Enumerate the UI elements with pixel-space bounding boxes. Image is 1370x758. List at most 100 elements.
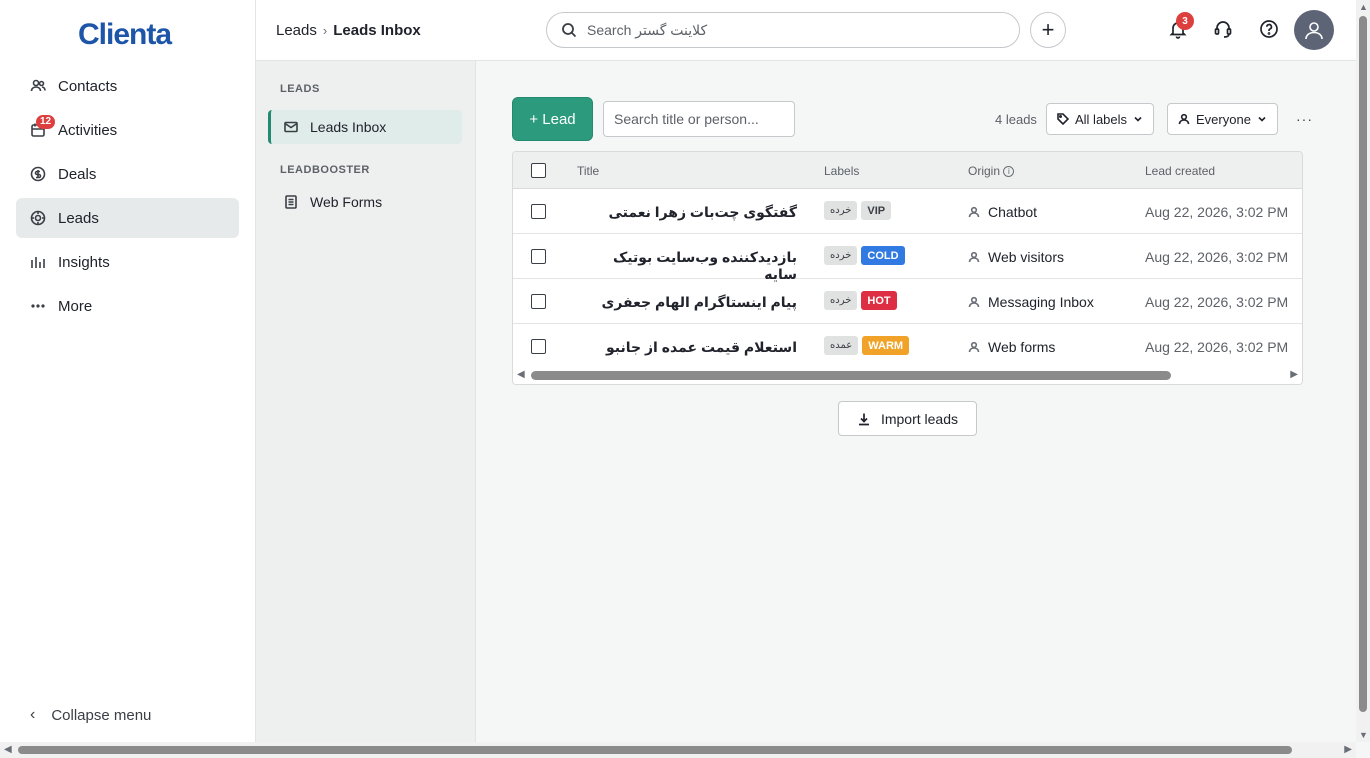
main-sidebar: Clienta Contacts 12 Activities Deals Lea [0,0,256,742]
sidebar-item-contacts[interactable]: Contacts [16,66,239,106]
lead-title[interactable]: بازدیدکننده وب‌سایت بوتیک سایه [577,249,797,283]
sidebar-item-leads[interactable]: Leads [16,198,239,238]
search-icon [562,23,577,38]
table-header: Title Labels Origin i Lead created [513,152,1302,189]
owner-filter-dropdown[interactable]: Everyone [1167,103,1278,135]
column-header-created[interactable]: Lead created [1145,164,1215,178]
row-checkbox[interactable] [531,339,546,354]
origin-label: Web forms [988,339,1056,355]
table-horizontal-scrollbar[interactable]: ◀ ▶ [513,366,1302,384]
lead-title[interactable]: پیام اینستاگرام الهام جعفری [577,294,797,311]
more-options-button[interactable]: ··· [1296,111,1313,127]
lead-created-date: Aug 22, 2026, 3:02 PM [1145,249,1289,265]
chevron-left-icon: ‹ [30,706,36,723]
user-avatar[interactable] [1294,10,1334,50]
help-icon[interactable] [1258,18,1280,40]
lead-created-date: Aug 22, 2026, 3:02 PM [1145,294,1289,310]
scroll-right-arrow[interactable]: ▶ [1344,744,1352,755]
global-search-input[interactable]: Search کلاینت گستر [546,12,1020,48]
app-logo[interactable]: Clienta [78,18,172,52]
support-icon[interactable] [1212,18,1234,40]
import-leads-label: Import leads [880,410,959,427]
segment-tag: خرده [824,291,858,310]
person-icon [968,296,980,308]
user-icon [1305,22,1323,40]
select-all-checkbox[interactable] [531,163,546,178]
chevron-down-icon [1258,116,1266,122]
scroll-left-arrow[interactable]: ◀ [4,744,12,755]
tag-icon [1057,113,1069,125]
lead-title[interactable]: استعلام قیمت عمده از جانبو [577,339,797,356]
lead-count: 4 leads [995,112,1037,127]
origin-header-label: Origin [968,164,1001,178]
search-placeholder: Search کلاینت گستر [587,21,708,38]
sidebar-item-label: Leads [58,209,99,227]
person-icon [968,341,980,353]
segment-tag: خرده [824,201,858,220]
sidebar-item-insights[interactable]: Insights [16,242,239,282]
sidebar-item-label: Deals [58,165,97,183]
bar-chart-icon [30,254,46,270]
sidebar-item-label: Activities [58,121,118,139]
label-badge: WARM [862,336,910,355]
page-vertical-scrollbar[interactable]: ▲ ▼ [1356,0,1370,742]
main-nav: Contacts 12 Activities Deals Leads Insig… [16,66,239,330]
info-icon: i [1003,166,1015,178]
scrollbar-thumb[interactable] [531,371,1171,380]
sidebar-item-activities[interactable]: 12 Activities [16,110,239,150]
lead-labels: عمده WARM [824,336,910,355]
leads-table: Title Labels Origin i Lead created گفتگو… [512,151,1303,385]
lead-labels: خرده COLD [824,246,905,265]
scrollbar-thumb[interactable] [18,746,1292,754]
mail-icon [284,121,298,133]
breadcrumb: Leads › Leads Inbox [276,22,421,39]
sidebar-item-deals[interactable]: Deals [16,154,239,194]
lead-labels: خرده VIP [824,201,892,220]
scroll-down-arrow[interactable]: ▼ [1359,730,1368,740]
subnav-item-leads-inbox[interactable]: Leads Inbox [268,110,462,144]
page-title: Leads Inbox [333,22,421,39]
scrollbar-thumb[interactable] [1359,16,1367,712]
scroll-up-arrow[interactable]: ▲ [1359,2,1368,12]
row-checkbox[interactable] [531,294,546,309]
table-row[interactable]: استعلام قیمت عمده از جانبو عمده WARM Web… [513,324,1302,369]
table-row[interactable]: پیام اینستاگرام الهام جعفری خرده HOT Mes… [513,279,1302,324]
lead-created-date: Aug 22, 2026, 3:02 PM [1145,339,1289,355]
label-badge: VIP [861,201,892,220]
row-checkbox[interactable] [531,249,546,264]
target-icon [30,210,46,226]
column-header-title[interactable]: Title [577,164,599,178]
subnav-item-web-forms[interactable]: Web Forms [268,185,462,219]
add-lead-button[interactable]: + Lead [512,97,593,141]
breadcrumb-parent[interactable]: Leads [276,22,317,39]
sidebar-item-more[interactable]: More [16,286,239,326]
subnav-item-label: Web Forms [310,194,383,210]
sidebar-item-label: Insights [58,253,110,271]
lead-origin: Chatbot [968,204,1037,220]
segment-tag: عمده [824,336,859,355]
lead-title[interactable]: گفتگوی چت‌بات زهرا نعمتی [577,204,797,221]
column-header-origin[interactable]: Origin i [968,164,1015,178]
table-row[interactable]: بازدیدکننده وب‌سایت بوتیک سایه خرده COLD… [513,234,1302,282]
labels-filter-dropdown[interactable]: All labels [1046,103,1155,135]
person-icon [1178,113,1190,125]
lead-origin: Web visitors [968,249,1064,265]
scroll-right-arrow[interactable]: ▶ [1290,369,1298,380]
lead-labels: خرده HOT [824,291,897,310]
import-leads-button[interactable]: Import leads [838,401,977,436]
table-row[interactable]: گفتگوی چت‌بات زهرا نعمتی خرده VIP Chatbo… [513,189,1302,234]
person-icon [968,206,980,218]
lead-search-input[interactable]: Search title or person... [603,101,795,137]
form-icon [285,195,297,209]
quick-add-button[interactable]: + [1030,12,1066,48]
person-icon [968,251,980,263]
label-badge: HOT [861,291,897,310]
contacts-icon [30,78,46,94]
column-header-labels[interactable]: Labels [824,164,859,178]
section-title-leadbooster: LEADBOOSTER [280,164,370,176]
collapse-menu-button[interactable]: ‹ Collapse menu [30,706,151,724]
scroll-left-arrow[interactable]: ◀ [517,369,525,380]
row-checkbox[interactable] [531,204,546,219]
page-horizontal-scrollbar[interactable]: ◀ ▶ [0,742,1356,758]
lead-created-date: Aug 22, 2026, 3:02 PM [1145,204,1289,220]
